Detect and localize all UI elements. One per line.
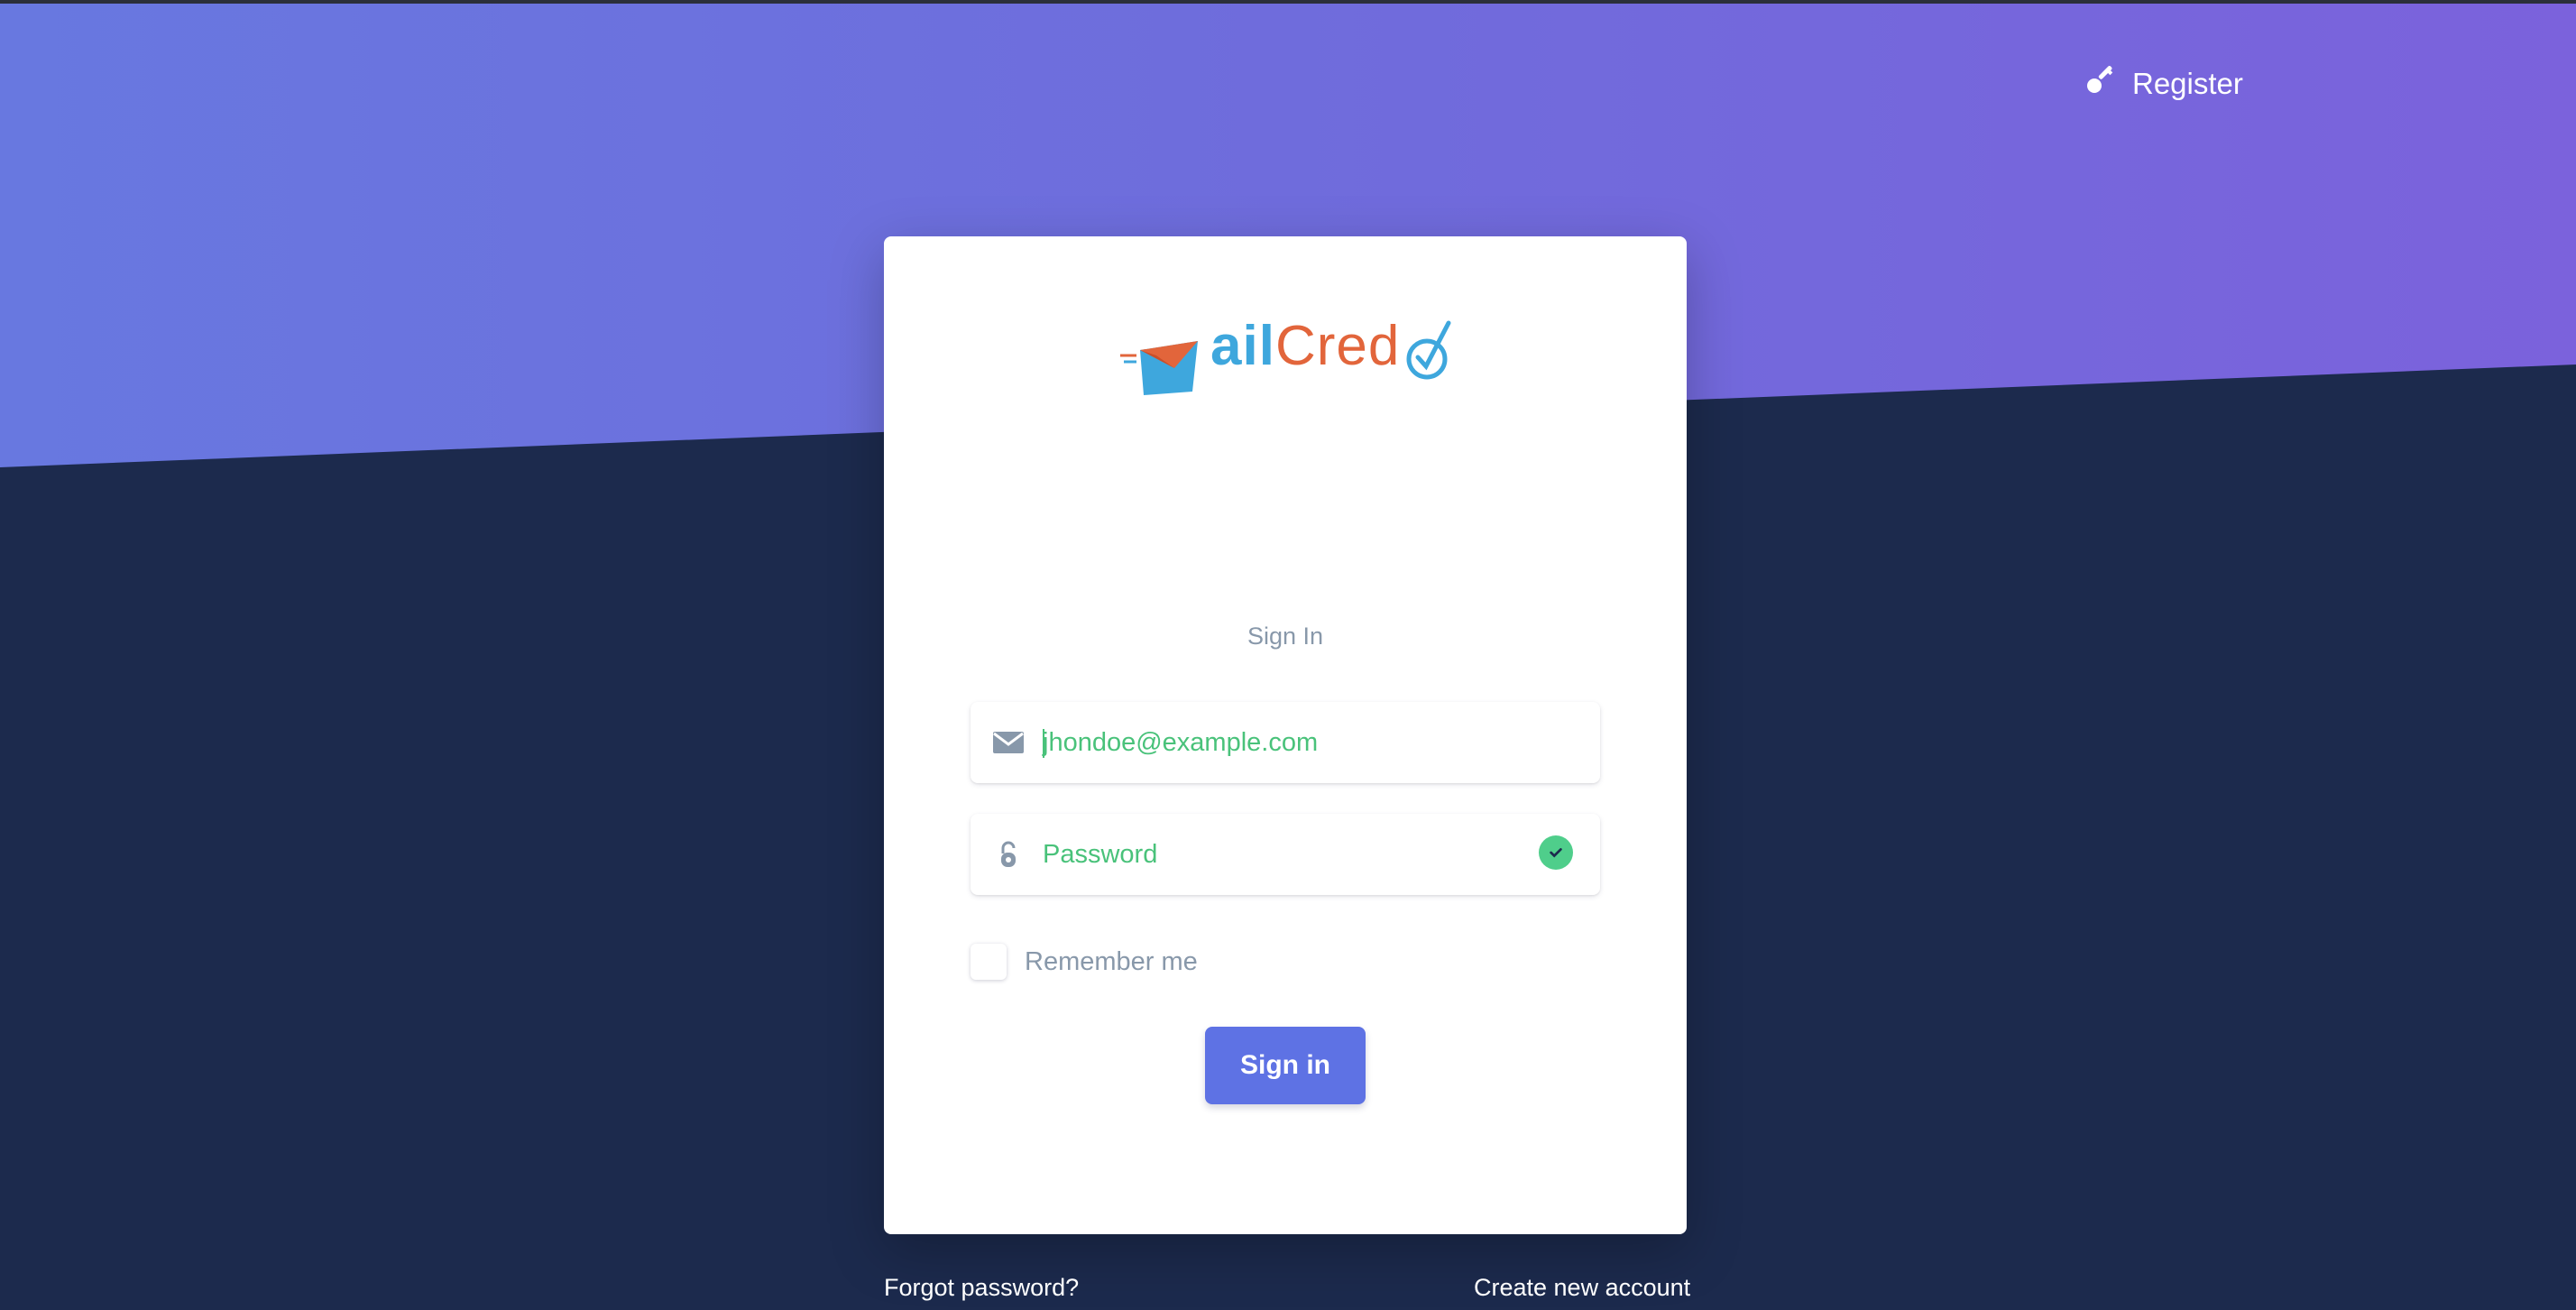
register-label: Register [2132, 67, 2243, 100]
remember-checkbox[interactable] [971, 944, 1007, 980]
email-input[interactable]: jhondoe@example.com [1043, 702, 1318, 783]
signin-button[interactable]: Sign in [1205, 1027, 1366, 1104]
signin-title: Sign In [1247, 623, 1324, 650]
mailcred-logo: ailCred [1120, 315, 1451, 395]
window-top-border [0, 0, 2576, 4]
create-account-link[interactable]: Create new account [1474, 1274, 1690, 1302]
password-field[interactable]: Password [971, 814, 1600, 895]
remember-me[interactable]: Remember me [971, 944, 1198, 980]
forgot-password-link[interactable]: Forgot password? [884, 1274, 1079, 1302]
check-circle-icon [1539, 835, 1573, 870]
key-icon [2085, 64, 2118, 104]
check-circle-logo-icon [1406, 320, 1451, 380]
email-field[interactable]: jhondoe@example.com [971, 702, 1600, 783]
login-card: ailCred Sign In jhondoe@example.com Pass… [884, 236, 1687, 1234]
text-caret [1043, 729, 1044, 758]
logo-wordmark: ailCred [1210, 315, 1401, 377]
register-link[interactable]: Register [2085, 61, 2243, 106]
envelope-icon [992, 729, 1025, 756]
envelope-check-logo [1120, 341, 1198, 395]
unlock-icon [992, 841, 1025, 868]
remember-label: Remember me [1025, 946, 1198, 976]
password-input[interactable]: Password [1043, 814, 1157, 895]
